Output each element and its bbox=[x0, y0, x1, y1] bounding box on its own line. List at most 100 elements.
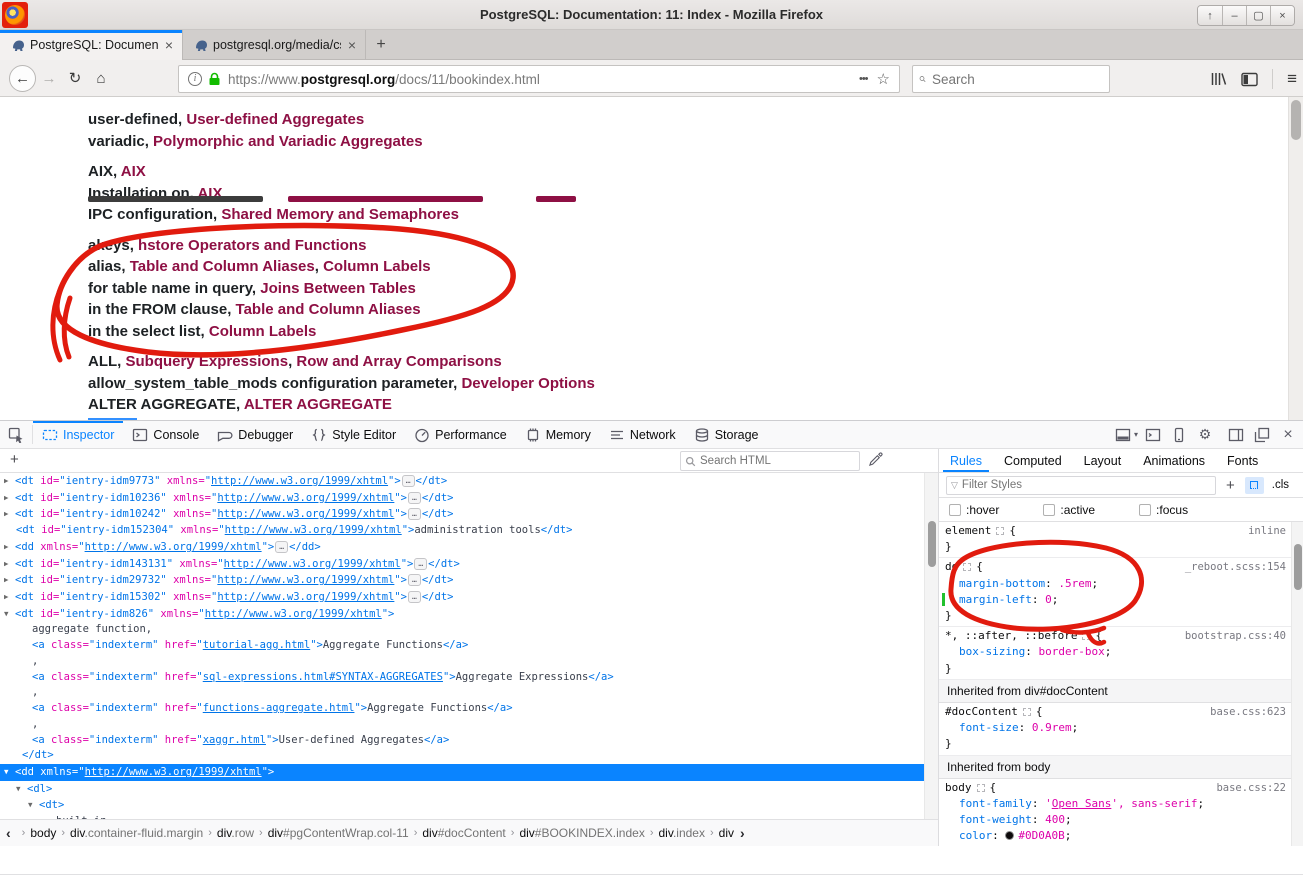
css-property[interactable]: margin-left: 0; bbox=[939, 592, 1292, 608]
sidebar-toggle-icon[interactable] bbox=[1241, 72, 1258, 87]
markup-node[interactable]: <a class="indexterm" href="functions-agg… bbox=[0, 701, 938, 717]
pick-element-icon[interactable] bbox=[0, 421, 32, 448]
index-link[interactable]: Developer Options bbox=[461, 375, 594, 392]
hover-checkbox[interactable] bbox=[949, 504, 961, 516]
add-node-icon[interactable]: + bbox=[10, 451, 19, 468]
markup-node[interactable]: <dt id="ientry-idm152304" xmlns="http://… bbox=[0, 523, 938, 539]
breadcrumb-item[interactable]: div#BOOKINDEX.index bbox=[519, 826, 644, 840]
shade-window-button[interactable]: ↑ bbox=[1198, 6, 1222, 25]
markup-node[interactable]: </dt> bbox=[0, 748, 938, 764]
collapse-arrow-icon[interactable]: ▼ bbox=[28, 797, 39, 813]
pseudo-hover[interactable]: :hover bbox=[949, 503, 999, 517]
search-bar[interactable] bbox=[912, 65, 1110, 93]
breadcrumb-item[interactable]: div.row bbox=[217, 826, 254, 840]
css-property[interactable]: color: #0D0A0B; bbox=[939, 828, 1292, 844]
back-button[interactable]: ← bbox=[9, 65, 36, 92]
sidebar-panel-icon[interactable] bbox=[1225, 427, 1247, 443]
expand-arrow-icon[interactable]: ▶ bbox=[4, 556, 15, 572]
rule-selector[interactable]: #docContent bbox=[945, 705, 1018, 718]
inline-ellipsis-icon[interactable]: … bbox=[408, 591, 421, 603]
markup-scrollbar[interactable] bbox=[924, 473, 938, 819]
pseudo-active[interactable]: :active bbox=[1043, 503, 1095, 517]
new-tab-button[interactable]: + bbox=[366, 30, 396, 59]
collapse-arrow-icon[interactable]: ▼ bbox=[16, 781, 27, 797]
search-html-box[interactable] bbox=[680, 451, 860, 471]
rule-source-link[interactable]: inline bbox=[1248, 523, 1286, 539]
expand-arrow-icon[interactable]: ▶ bbox=[4, 589, 15, 605]
markup-node[interactable]: , bbox=[0, 654, 938, 670]
index-link[interactable]: Polymorphic and Variadic Aggregates bbox=[153, 133, 423, 150]
rule-selector[interactable]: element bbox=[945, 524, 991, 537]
breadcrumb-scroll-left-icon[interactable]: ‹ bbox=[0, 825, 17, 841]
rules-scrollbar-thumb[interactable] bbox=[1294, 544, 1302, 590]
highlight-selector-icon[interactable] bbox=[1082, 632, 1090, 640]
hamburger-menu-icon[interactable]: ≡ bbox=[1287, 69, 1297, 89]
breadcrumb-scroll-right-icon[interactable]: › bbox=[734, 825, 751, 841]
page-scrollbar[interactable] bbox=[1288, 97, 1303, 420]
css-property[interactable]: font-size: 11.5pt;▽ bbox=[939, 845, 1292, 846]
css-property[interactable]: margin-bottom: .5rem; bbox=[939, 576, 1292, 592]
markup-node[interactable]: ▶<dt id="ientry-idm10236" xmlns="http://… bbox=[0, 490, 938, 507]
responsive-mode-icon[interactable] bbox=[1168, 427, 1190, 443]
focus-checkbox[interactable] bbox=[1139, 504, 1151, 516]
css-property[interactable]: box-sizing: border-box; bbox=[939, 644, 1292, 660]
tab-layout[interactable]: Layout bbox=[1073, 449, 1133, 472]
highlight-selector-icon[interactable] bbox=[1023, 708, 1031, 716]
inline-ellipsis-icon[interactable]: … bbox=[414, 558, 427, 570]
tab-computed[interactable]: Computed bbox=[993, 449, 1073, 472]
index-link[interactable]: ALTER AGGREGATE bbox=[244, 396, 392, 413]
close-devtools-icon[interactable]: × bbox=[1277, 426, 1299, 444]
bookmark-star-icon[interactable]: ☆ bbox=[875, 70, 899, 88]
devtools-tab-console[interactable]: Console bbox=[123, 421, 208, 448]
cls-label[interactable]: .cls bbox=[1272, 479, 1289, 491]
expand-arrow-icon[interactable]: ▶ bbox=[4, 473, 15, 489]
rule-selector[interactable]: *, ::after, ::before bbox=[945, 629, 1077, 642]
markup-node[interactable]: ▶<dd xmlns="http://www.w3.org/1999/xhtml… bbox=[0, 539, 938, 556]
markup-node[interactable]: , bbox=[0, 717, 938, 733]
color-swatch[interactable] bbox=[1005, 831, 1014, 840]
rule-source-link[interactable]: base.css:22 bbox=[1216, 780, 1286, 796]
css-property[interactable]: font-size: 0.9rem; bbox=[939, 720, 1292, 736]
css-property[interactable]: font-weight: 400; bbox=[939, 812, 1292, 828]
highlight-selector-icon[interactable] bbox=[963, 563, 971, 571]
rule-source-link[interactable]: bootstrap.css:40 bbox=[1185, 628, 1286, 644]
markup-node[interactable]: ▶<dt id="ientry-idm15302" xmlns="http://… bbox=[0, 589, 938, 606]
search-html-input[interactable] bbox=[700, 455, 855, 467]
tab-close-icon[interactable]: × bbox=[162, 37, 176, 53]
filter-styles-box[interactable]: ▽ bbox=[946, 476, 1216, 495]
filter-styles-input[interactable] bbox=[962, 479, 1211, 491]
browser-tab-1[interactable]: PostgreSQL: Documentati × bbox=[0, 30, 183, 60]
active-checkbox[interactable] bbox=[1043, 504, 1055, 516]
devtools-tab-performance[interactable]: Performance bbox=[405, 421, 516, 448]
markup-node[interactable]: ▼<dt id="ientry-idm826" xmlns="http://ww… bbox=[0, 606, 938, 623]
minimize-button[interactable]: – bbox=[1222, 6, 1246, 25]
add-rule-icon[interactable]: + bbox=[1226, 477, 1235, 494]
markup-node[interactable]: <a class="indexterm" href="xaggr.html">U… bbox=[0, 733, 938, 749]
split-console-icon[interactable] bbox=[1142, 427, 1164, 443]
page-scrollbar-thumb[interactable] bbox=[1291, 100, 1301, 140]
breadcrumb-item[interactable]: div.index bbox=[659, 826, 705, 840]
devtools-tab-network[interactable]: Network bbox=[600, 421, 685, 448]
breadcrumb-item[interactable]: div#docContent bbox=[422, 826, 505, 840]
devtools-tab-debugger[interactable]: Debugger bbox=[208, 421, 302, 448]
search-input[interactable] bbox=[932, 72, 1109, 87]
index-link[interactable]: Table and Column Aliases bbox=[236, 301, 421, 318]
close-window-button[interactable]: × bbox=[1270, 6, 1294, 25]
separate-window-icon[interactable] bbox=[1251, 427, 1273, 443]
inline-ellipsis-icon[interactable]: … bbox=[408, 508, 421, 520]
tab-fonts[interactable]: Fonts bbox=[1216, 449, 1269, 472]
tab-animations[interactable]: Animations bbox=[1132, 449, 1216, 472]
index-link[interactable]: Subquery Expressions bbox=[126, 353, 289, 370]
reload-button[interactable]: ↻ bbox=[62, 65, 88, 92]
index-link[interactable]: Column Labels bbox=[323, 258, 431, 275]
index-link[interactable]: Joins Between Tables bbox=[260, 280, 416, 297]
markup-node[interactable]: ▶<dt id="ientry-idm143131" xmlns="http:/… bbox=[0, 556, 938, 573]
rule-selector[interactable]: dd bbox=[945, 560, 958, 573]
index-link[interactable]: hstore Operators and Functions bbox=[138, 237, 366, 254]
toggle-classes-icon[interactable] bbox=[1245, 477, 1264, 494]
index-link[interactable]: Row and Array Comparisons bbox=[296, 353, 501, 370]
markup-node[interactable]: ▼<dl> bbox=[0, 781, 938, 798]
tab-rules[interactable]: Rules bbox=[939, 449, 993, 472]
markup-node[interactable]: ▶<dt id="ientry-idm10242" xmlns="http://… bbox=[0, 506, 938, 523]
settings-gear-icon[interactable]: ⚙ bbox=[1194, 426, 1216, 443]
